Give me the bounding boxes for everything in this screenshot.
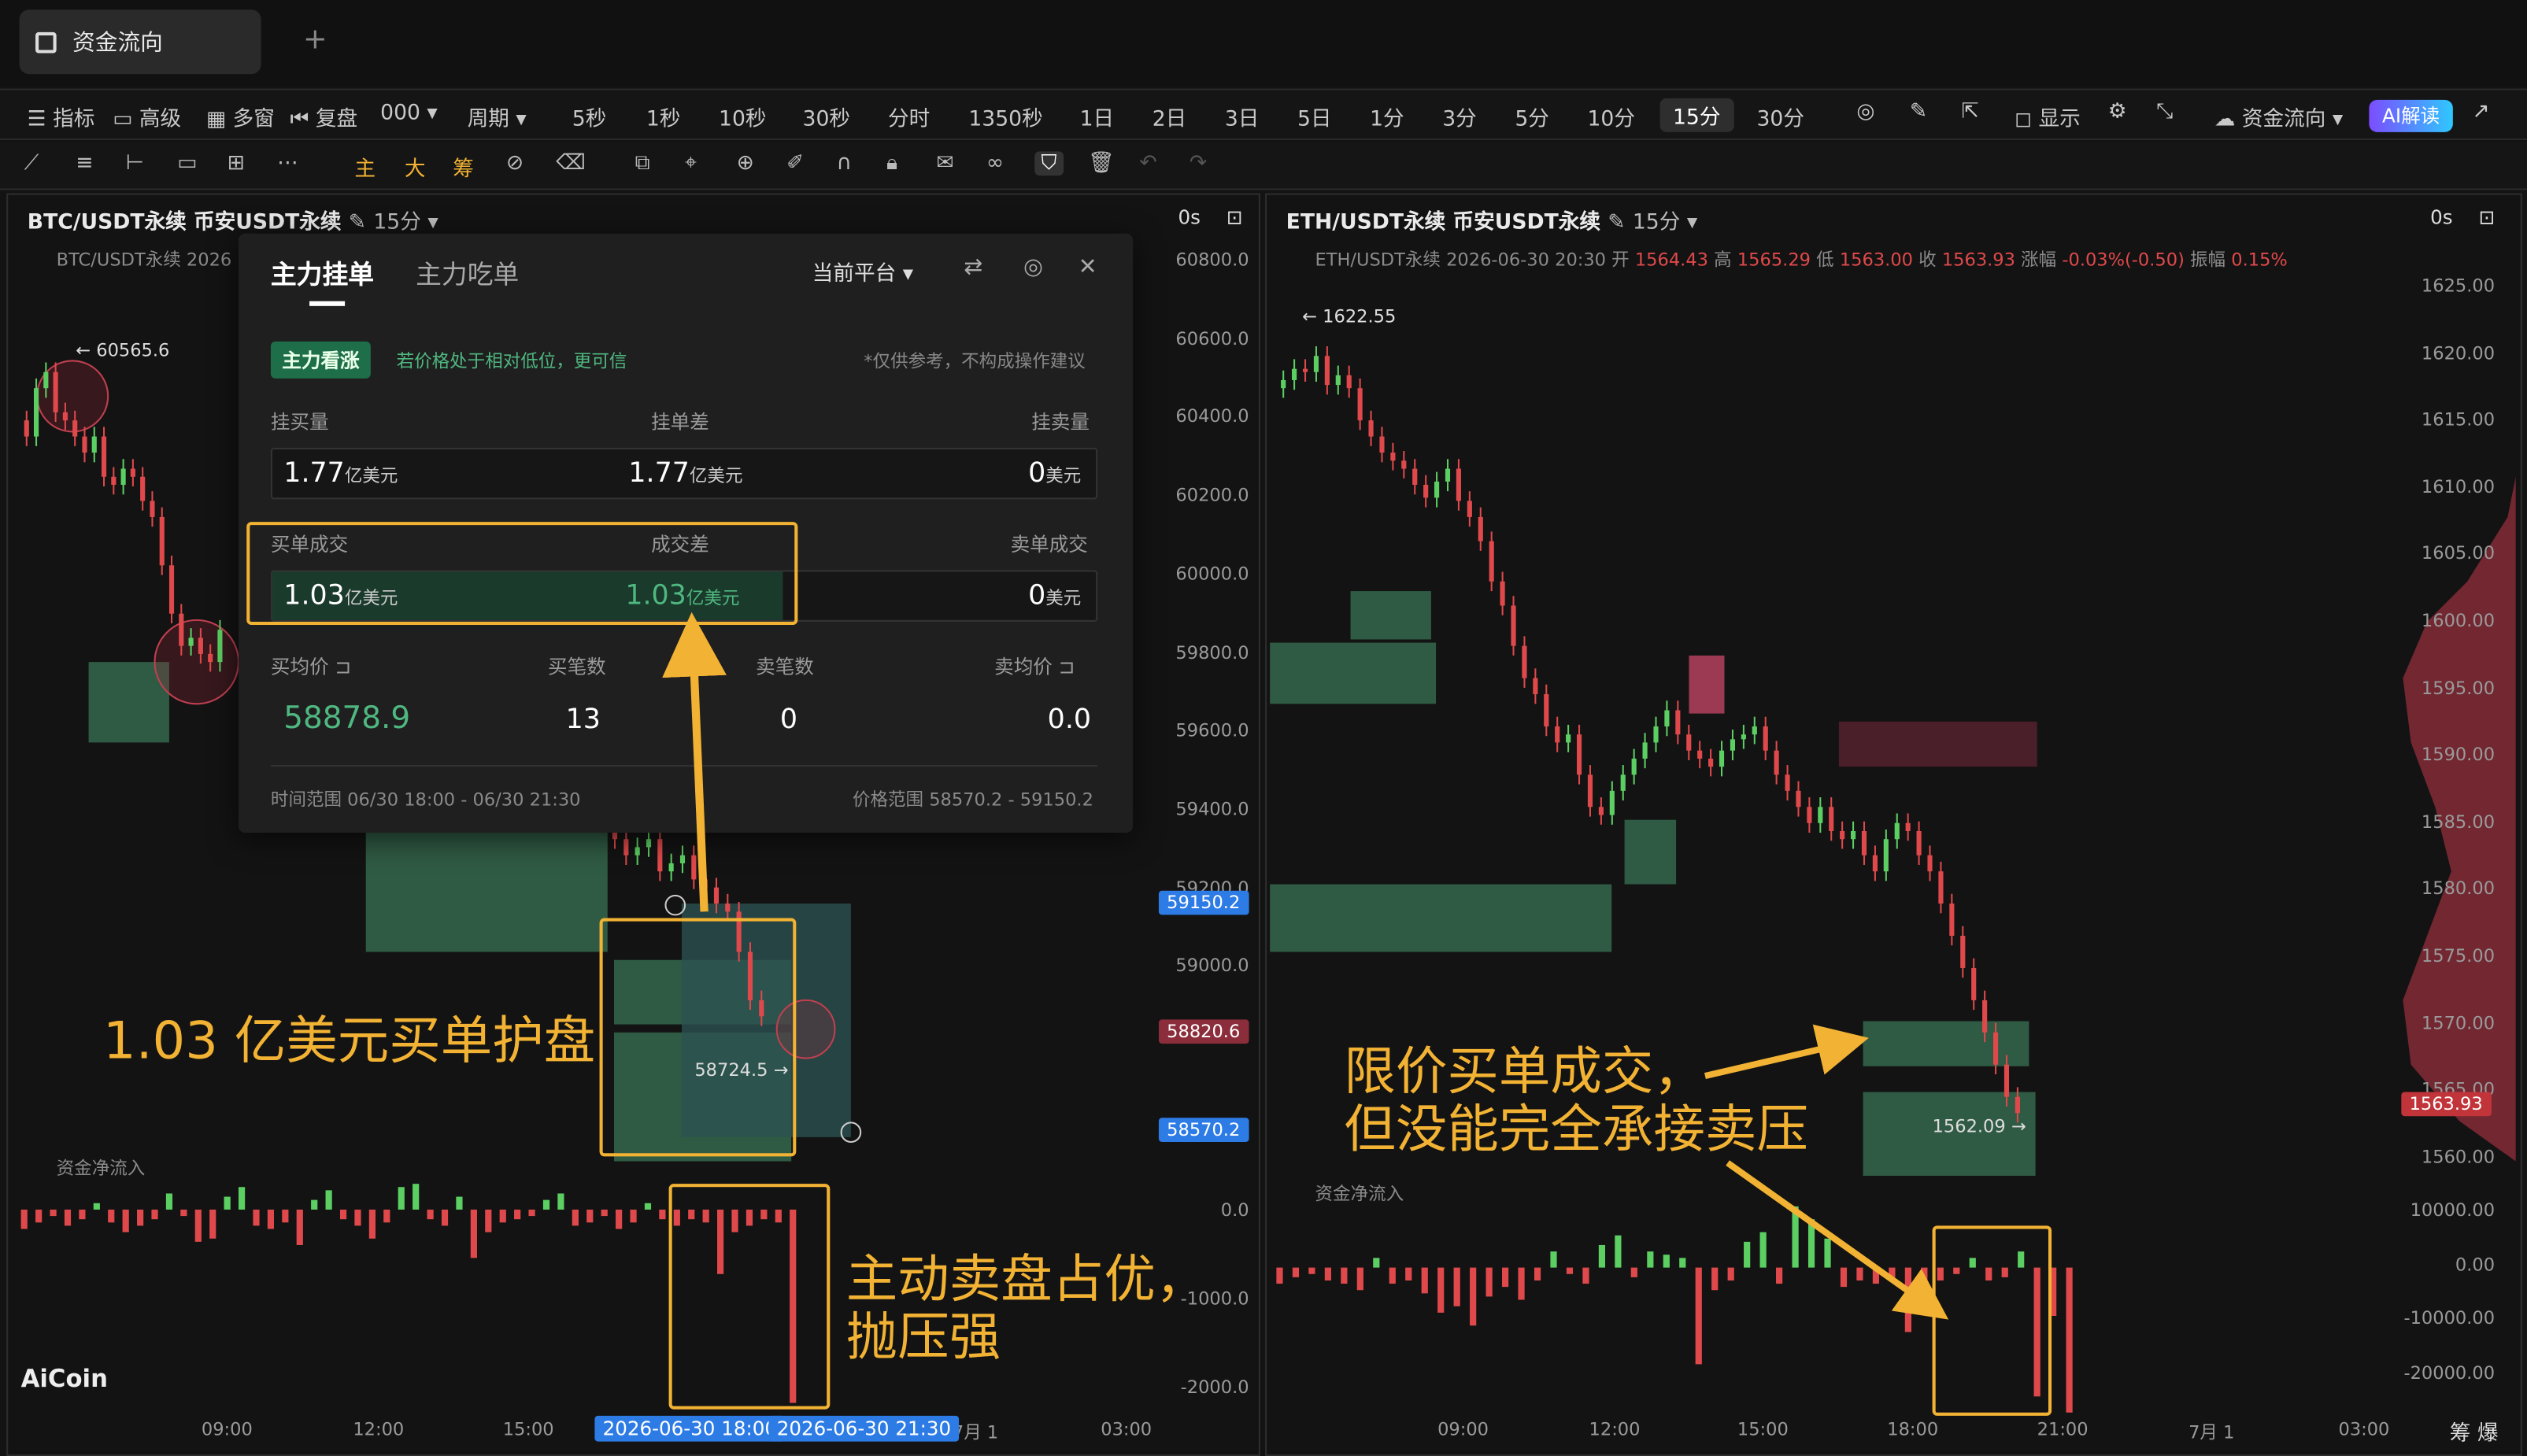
- annotation-limit-2: 但没能完全承接卖压: [1344, 1098, 1808, 1160]
- annotation-limit-1: 限价买单成交，: [1344, 1040, 1705, 1102]
- arrow-to-buy-filled: [662, 612, 727, 912]
- arrow-to-eth-flow: [1726, 1160, 1949, 1320]
- arrow-to-eth-zone: [1704, 1024, 1869, 1080]
- annotation-arrows: [662, 612, 1949, 1320]
- annotation-buy-protect: 1.03 亿美元买单护盘: [103, 1010, 596, 1071]
- annotation-sell-dominant-2: 抛压强: [845, 1306, 1001, 1368]
- annotation-sell-dominant-1: 主动卖盘占优，: [845, 1248, 1208, 1310]
